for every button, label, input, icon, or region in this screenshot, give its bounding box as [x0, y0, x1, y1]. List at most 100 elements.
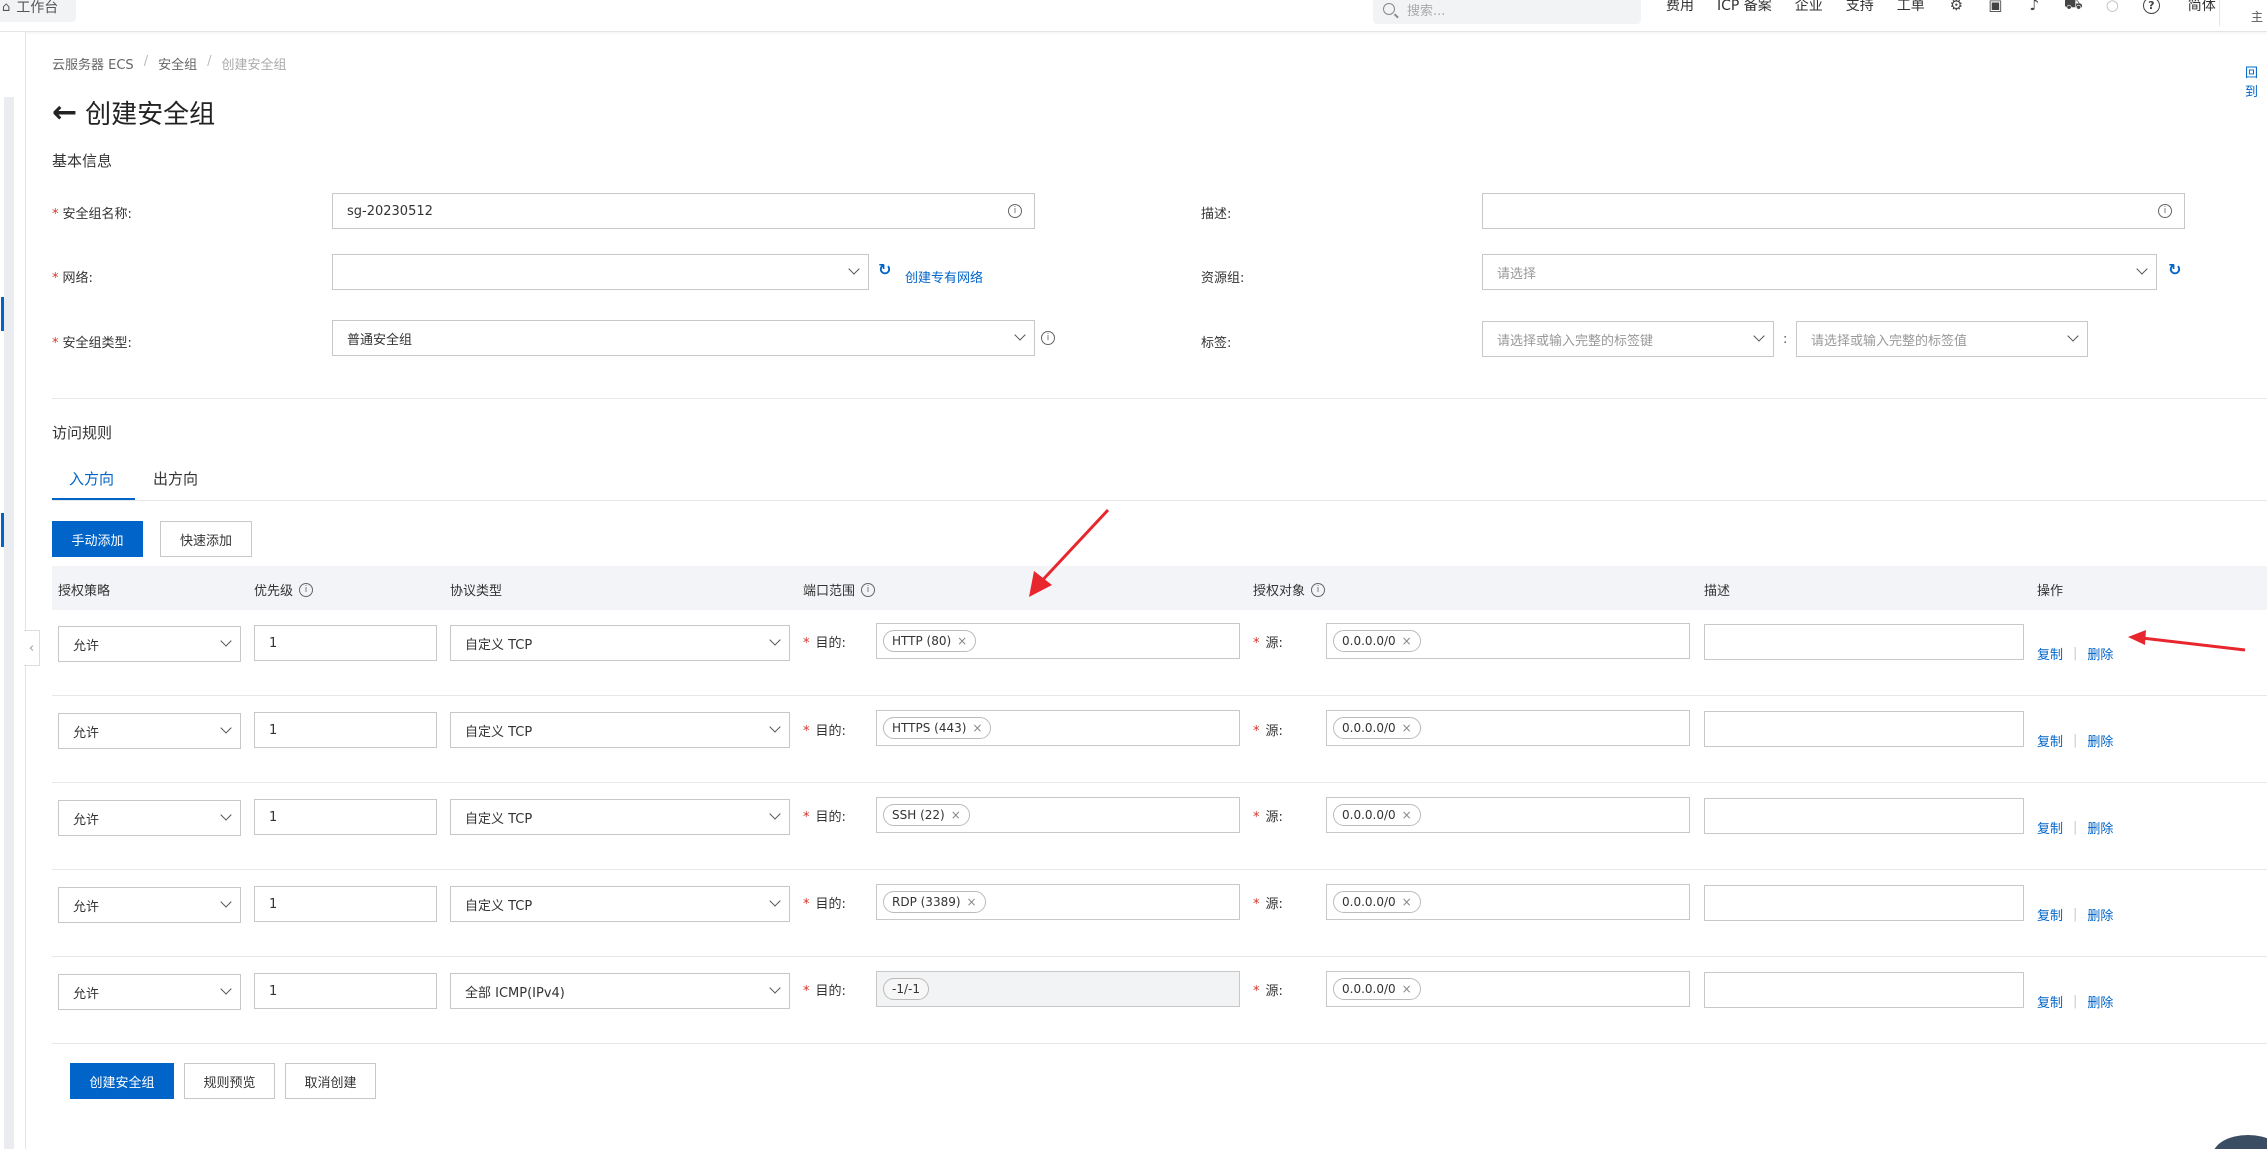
quick-add-button[interactable]: 快速添加: [160, 521, 252, 557]
protocol-select[interactable]: 自定义 TCP: [450, 886, 790, 922]
workbench-button[interactable]: ⌂ 工作台: [0, 0, 76, 22]
search-input[interactable]: 搜索...: [1373, 0, 1641, 24]
tab-inbound[interactable]: 入方向: [69, 468, 114, 489]
dest-label-text: 目的:: [815, 810, 846, 825]
port-range-input[interactable]: HTTPS (443) ×: [876, 710, 1240, 746]
tag-value-select[interactable]: 请选择或输入完整的标签值: [1796, 321, 2088, 357]
source-input[interactable]: 0.0.0.0/0 ×: [1326, 971, 1690, 1007]
priority-input[interactable]: 1: [254, 712, 437, 748]
nav-support[interactable]: 支持: [1846, 0, 1874, 15]
rule-description-input[interactable]: [1704, 972, 2024, 1008]
policy-select[interactable]: 允许: [58, 626, 241, 662]
delete-link[interactable]: 删除: [2087, 644, 2113, 663]
rule-description-input[interactable]: [1704, 624, 2024, 660]
sg-type-select[interactable]: 普通安全组: [332, 320, 1035, 356]
info-icon[interactable]: i: [2158, 204, 2172, 218]
cancel-button[interactable]: 取消创建: [285, 1063, 376, 1099]
protocol-select[interactable]: 自定义 TCP: [450, 799, 790, 835]
priority-value: 1: [269, 635, 278, 651]
remove-tag-icon[interactable]: ×: [967, 895, 977, 909]
user-menu[interactable]: 主: [2219, 0, 2267, 26]
tab-outbound[interactable]: 出方向: [153, 468, 198, 489]
delete-link[interactable]: 删除: [2087, 731, 2113, 750]
delete-link[interactable]: 删除: [2087, 992, 2113, 1011]
source-input[interactable]: 0.0.0.0/0 ×: [1326, 623, 1690, 659]
breadcrumb-security-group[interactable]: 安全组: [158, 54, 197, 73]
resource-group-select[interactable]: 请选择: [1482, 254, 2157, 290]
create-vpc-link[interactable]: 创建专有网络: [905, 267, 983, 286]
back-to-old-link[interactable]: 回到: [2245, 62, 2267, 100]
remove-tag-icon[interactable]: ×: [1402, 982, 1412, 996]
protocol-select[interactable]: 自定义 TCP: [450, 712, 790, 748]
priority-input[interactable]: 1: [254, 625, 437, 661]
rule-description-input[interactable]: [1704, 711, 2024, 747]
copy-link[interactable]: 复制: [2037, 644, 2063, 663]
remove-tag-icon[interactable]: ×: [951, 808, 961, 822]
create-sg-button[interactable]: 创建安全组: [70, 1063, 174, 1099]
delete-link[interactable]: 删除: [2087, 905, 2113, 924]
lightbulb-icon[interactable]: ○: [2104, 0, 2121, 14]
remove-tag-icon[interactable]: ×: [1402, 808, 1412, 822]
source-input[interactable]: 0.0.0.0/0 ×: [1326, 710, 1690, 746]
priority-input[interactable]: 1: [254, 973, 437, 1009]
remove-tag-icon[interactable]: ×: [1402, 895, 1412, 909]
source-input[interactable]: 0.0.0.0/0 ×: [1326, 797, 1690, 833]
delete-link[interactable]: 删除: [2087, 818, 2113, 837]
bell-icon[interactable]: ♪: [2026, 0, 2043, 14]
port-range-input[interactable]: SSH (22) ×: [876, 797, 1240, 833]
tabs-divider: [52, 500, 2267, 501]
info-icon[interactable]: i: [1008, 204, 1022, 218]
info-icon[interactable]: i: [1311, 582, 1326, 597]
port-range-input[interactable]: RDP (3389) ×: [876, 884, 1240, 920]
robot-icon[interactable]: ⚙: [1948, 0, 1965, 14]
nav-enterprise[interactable]: 企业: [1795, 0, 1823, 15]
breadcrumb-separator: /: [143, 54, 149, 69]
priority-input[interactable]: 1: [254, 886, 437, 922]
tag-key-select[interactable]: 请选择或输入完整的标签键: [1482, 321, 1774, 357]
help-icon[interactable]: ?: [2142, 0, 2160, 14]
terminal-icon[interactable]: ▣: [1987, 0, 2004, 14]
remove-tag-icon[interactable]: ×: [1402, 721, 1412, 735]
assistant-bubble-icon[interactable]: [2213, 1135, 2267, 1149]
protocol-select[interactable]: 全部 ICMP(IPv4): [450, 973, 790, 1009]
refresh-icon[interactable]: ↻: [2168, 260, 2181, 279]
description-input[interactable]: i: [1482, 193, 2185, 229]
port-range-input[interactable]: HTTP (80) ×: [876, 623, 1240, 659]
sg-name-input[interactable]: sg-20230512 i: [332, 193, 1035, 229]
copy-link[interactable]: 复制: [2037, 731, 2063, 750]
copy-link[interactable]: 复制: [2037, 818, 2063, 837]
info-icon[interactable]: i: [1041, 331, 1055, 345]
nav-billing[interactable]: 费用: [1666, 0, 1694, 15]
remove-tag-icon[interactable]: ×: [957, 634, 967, 648]
copy-link[interactable]: 复制: [2037, 905, 2063, 924]
cart-icon[interactable]: ⛟: [2064, 0, 2083, 14]
required-mark: *: [803, 636, 810, 651]
rule-description-input[interactable]: [1704, 798, 2024, 834]
breadcrumb-ecs[interactable]: 云服务器 ECS: [52, 54, 134, 73]
remove-tag-icon[interactable]: ×: [972, 721, 982, 735]
manual-add-button[interactable]: 手动添加: [52, 521, 143, 557]
rule-description-input[interactable]: [1704, 885, 2024, 921]
protocol-select[interactable]: 自定义 TCP: [450, 625, 790, 661]
policy-select[interactable]: 允许: [58, 713, 241, 749]
policy-select[interactable]: 允许: [58, 800, 241, 836]
source-input[interactable]: 0.0.0.0/0 ×: [1326, 884, 1690, 920]
nav-icp[interactable]: ICP 备案: [1717, 0, 1772, 15]
language-switch[interactable]: 简体: [2188, 0, 2216, 15]
collapse-chevron-icon[interactable]: ‹: [24, 630, 40, 666]
nav-ticket[interactable]: 工单: [1897, 0, 1925, 15]
copy-link[interactable]: 复制: [2037, 992, 2063, 1011]
info-icon[interactable]: i: [861, 582, 876, 597]
back-arrow-icon[interactable]: ←: [52, 95, 77, 130]
refresh-icon[interactable]: ↻: [878, 260, 891, 279]
priority-input[interactable]: 1: [254, 799, 437, 835]
network-select[interactable]: [332, 254, 869, 290]
remove-tag-icon[interactable]: ×: [1402, 634, 1412, 648]
policy-select[interactable]: 允许: [58, 887, 241, 923]
policy-select[interactable]: 允许: [58, 974, 241, 1010]
rule-preview-button[interactable]: 规则预览: [184, 1063, 275, 1099]
chevron-down-icon: [848, 263, 860, 275]
home-icon: ⌂: [2, 0, 11, 15]
info-icon[interactable]: i: [299, 582, 314, 597]
side-scroll-rail[interactable]: [4, 97, 14, 1149]
